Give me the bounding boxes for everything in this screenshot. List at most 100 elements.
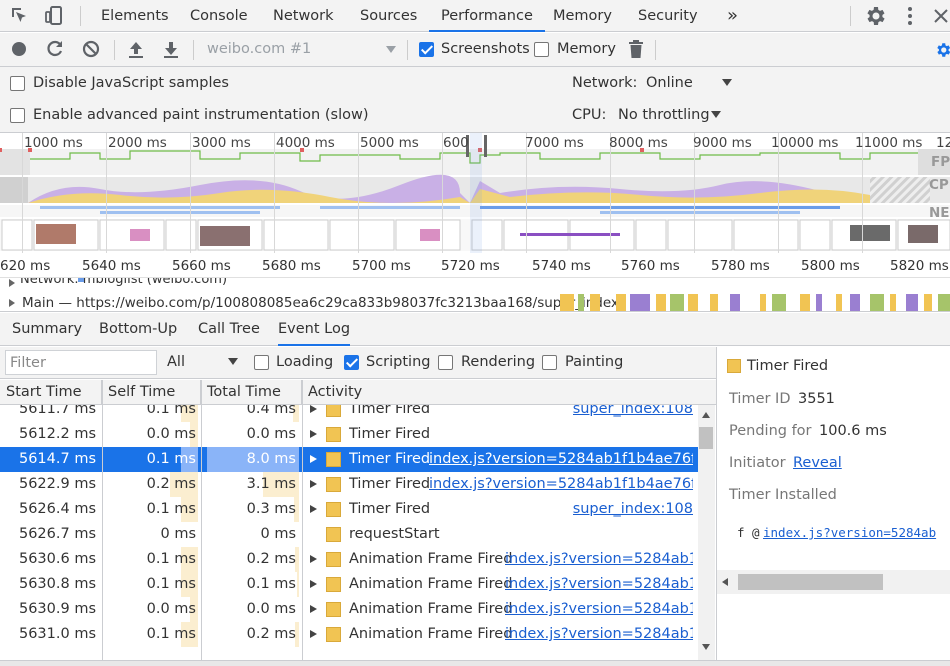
device-toolbar-icon[interactable] <box>42 4 66 28</box>
expand-icon[interactable] <box>9 279 15 287</box>
tab-call-tree[interactable]: Call Tree <box>198 313 260 346</box>
capture-settings-icon[interactable] <box>934 41 950 59</box>
scroll-up-icon[interactable] <box>702 412 710 418</box>
duration-filter-select[interactable]: All <box>167 354 185 370</box>
scrollbar-thumb[interactable] <box>699 427 713 449</box>
record-icon[interactable] <box>12 42 26 56</box>
table-scrollbar[interactable] <box>698 405 715 660</box>
memory-checkbox[interactable] <box>534 42 549 57</box>
source-link[interactable]: index.js?version=5284ab1f1b4ae76f:3... <box>429 472 693 497</box>
table-row[interactable]: 5626.4 ms 0.1 ms 0.3 ms Timer Fired super_in… <box>0 497 698 522</box>
total-time-bar <box>297 572 299 597</box>
painting-checkbox[interactable] <box>542 355 557 370</box>
tab-security[interactable]: Security <box>626 0 710 32</box>
tab-bottom-up[interactable]: Bottom-Up <box>99 313 177 346</box>
expand-icon[interactable] <box>9 299 15 307</box>
cpu-throttle-select[interactable]: No throttling <box>618 107 710 123</box>
column-self-time[interactable]: Self Time <box>102 380 201 405</box>
trash-icon[interactable] <box>628 40 644 59</box>
start-time-cell: 5631.0 ms <box>18 626 96 642</box>
table-row[interactable]: 5612.2 ms 0.0 ms 0.0 ms Timer Fired <box>0 422 698 447</box>
start-time-cell: 5612.2 ms <box>18 426 96 442</box>
details-hscrollbar[interactable] <box>717 570 950 594</box>
source-link[interactable]: index.js?version=5284ab1f... <box>505 597 693 622</box>
close-icon[interactable] <box>929 4 950 28</box>
initiator-reveal-link[interactable]: Reveal <box>793 455 842 471</box>
ruler-tick: 5680 ms <box>262 258 321 274</box>
table-row[interactable]: 5630.8 ms 0.1 ms 0.1 ms Animation Frame Fir… <box>0 572 698 597</box>
rendering-checkbox[interactable] <box>438 355 453 370</box>
clear-icon[interactable] <box>81 39 101 59</box>
disable-js-samples-checkbox[interactable] <box>10 76 25 91</box>
inspect-element-icon[interactable] <box>8 4 32 28</box>
tab-summary[interactable]: Summary <box>12 313 82 346</box>
load-profile-icon[interactable] <box>126 40 146 60</box>
expand-icon[interactable] <box>310 480 317 488</box>
more-tabs-button[interactable]: » <box>715 0 750 32</box>
overview-tick: 1000 ms <box>24 135 83 151</box>
filter-input[interactable] <box>5 350 157 375</box>
screenshots-checkbox[interactable] <box>419 42 434 57</box>
tab-memory[interactable]: Memory <box>541 0 624 32</box>
grid-line <box>274 133 275 253</box>
tab-network[interactable]: Network <box>261 0 346 32</box>
source-link[interactable]: index.js?version=5284ab1f... <box>505 572 693 597</box>
activity-name: Timer Fired <box>349 476 431 492</box>
toolbar-divider <box>655 40 656 60</box>
reload-icon[interactable] <box>45 39 65 59</box>
profile-select[interactable]: weibo.com #1 <box>207 41 311 57</box>
tab-event-log[interactable]: Event Log <box>278 313 351 346</box>
tab-performance[interactable]: Performance <box>429 0 545 32</box>
table-row[interactable]: 5630.6 ms 0.1 ms 0.2 ms Animation Frame Fir… <box>0 547 698 572</box>
activity-name: requestStart <box>349 526 440 542</box>
expand-icon[interactable] <box>310 455 317 463</box>
ruler-tick: 620 ms <box>0 258 51 274</box>
scroll-left-icon[interactable] <box>722 578 728 586</box>
table-row[interactable]: 5614.7 ms 0.1 ms 8.0 ms Timer Fired index.js… <box>0 447 698 472</box>
total-time-cell: 3.1 ms <box>246 476 296 492</box>
event-log-table[interactable]: 5611.7 ms 0.1 ms 0.4 ms Timer Fired super_in… <box>0 405 716 660</box>
expand-icon[interactable] <box>310 505 317 513</box>
timer-id-label: Timer ID <box>729 391 791 407</box>
performance-toolbar: weibo.com #1 Screenshots Memory <box>0 33 950 67</box>
column-activity[interactable]: Activity <box>302 380 716 405</box>
source-link[interactable]: super_index:108 <box>573 405 693 422</box>
expand-icon[interactable] <box>310 555 317 563</box>
table-row[interactable]: 5611.7 ms 0.1 ms 0.4 ms Timer Fired super_in… <box>0 405 698 422</box>
scrollbar-thumb[interactable] <box>738 574 883 590</box>
total-time-cell: 0.4 ms <box>246 405 296 417</box>
scroll-down-icon[interactable] <box>702 644 710 650</box>
source-link[interactable]: index.js?version=5284ab1f1b4ae76f:3... <box>429 447 693 472</box>
more-options-icon[interactable] <box>898 4 922 28</box>
column-start-time[interactable]: Start Time <box>0 380 102 405</box>
source-link[interactable]: super_index:108 <box>573 497 693 522</box>
network-throttle-select[interactable]: Online <box>646 75 693 91</box>
scripting-checkbox[interactable] <box>344 355 359 370</box>
tab-elements[interactable]: Elements <box>89 0 181 32</box>
advanced-paint-checkbox[interactable] <box>10 108 25 123</box>
start-time-cell: 5630.6 ms <box>18 551 96 567</box>
self-time-cell: 0.2 ms <box>146 476 196 492</box>
save-profile-icon[interactable] <box>161 40 181 60</box>
expand-icon[interactable] <box>310 630 317 638</box>
table-row[interactable]: 5630.9 ms 0.0 ms 0.0 ms Animation Frame Fir… <box>0 597 698 622</box>
source-link[interactable]: index.js?version=5284ab1f... <box>505 547 693 572</box>
column-total-time[interactable]: Total Time <box>201 380 302 405</box>
stack-frame-link[interactable]: index.js?version=5284ab <box>763 525 936 540</box>
timeline-overview[interactable]: 1000 ms 2000 ms 3000 ms 4000 ms 5000 ms … <box>0 133 950 253</box>
expand-icon[interactable] <box>310 580 317 588</box>
initiator-label: Initiator <box>729 455 786 471</box>
source-link[interactable]: index.js?version=5284ab1f... <box>505 622 693 647</box>
start-time-cell: 5630.9 ms <box>18 601 96 617</box>
tab-sources[interactable]: Sources <box>348 0 429 32</box>
table-row[interactable]: 5626.7 ms 0 ms 0 ms requestStart <box>0 522 698 547</box>
flamechart-tracks[interactable]: Network: mbloglist (weibo.com) Main — ht… <box>0 278 950 312</box>
loading-checkbox[interactable] <box>254 355 269 370</box>
tab-console[interactable]: Console <box>178 0 260 32</box>
table-row[interactable]: 5631.0 ms 0.1 ms 0.2 ms Animation Frame Fir… <box>0 622 698 647</box>
expand-icon[interactable] <box>310 430 317 438</box>
table-row[interactable]: 5622.9 ms 0.2 ms 3.1 ms Timer Fired index.js… <box>0 472 698 497</box>
expand-icon[interactable] <box>310 605 317 613</box>
expand-icon[interactable] <box>310 405 317 413</box>
gear-icon[interactable] <box>863 4 887 28</box>
